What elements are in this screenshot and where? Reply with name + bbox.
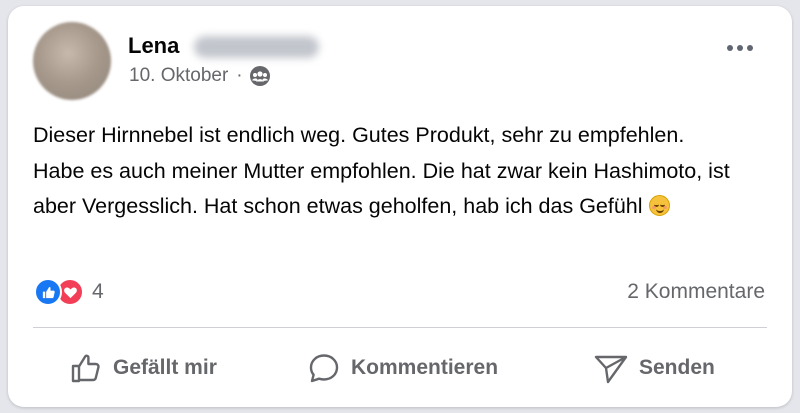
- comments-count-link[interactable]: 2 Kommentare: [627, 280, 765, 304]
- post-date[interactable]: 10. Oktober: [129, 65, 228, 87]
- comment-button-label: Kommentieren: [351, 356, 499, 379]
- more-options-icon[interactable]: [720, 36, 760, 60]
- post-text: Dieser Hirnnebel ist endlich weg. Gutes …: [33, 123, 730, 218]
- reactions-summary[interactable]: 4: [34, 278, 104, 306]
- meta-separator: ·: [236, 65, 243, 86]
- divider: [33, 327, 767, 328]
- action-bar: Gefällt mir Kommentieren Senden: [33, 340, 767, 396]
- group-icon[interactable]: [249, 65, 271, 87]
- avatar[interactable]: [33, 22, 111, 100]
- author-first-name[interactable]: Lena: [128, 33, 179, 59]
- thumbs-up-icon: [71, 354, 100, 383]
- comment-bubble-icon: [309, 354, 339, 383]
- post-text-container: Dieser Hirnnebel ist endlich weg. Gutes …: [33, 118, 733, 225]
- post-meta: 10. Oktober ·: [129, 65, 271, 87]
- comment-button[interactable]: Kommentieren: [307, 340, 498, 396]
- send-button-label: Senden: [639, 356, 715, 379]
- author-last-name-blurred: [194, 36, 319, 58]
- like-button[interactable]: Gefällt mir: [69, 340, 217, 396]
- send-icon: [594, 355, 628, 384]
- reaction-count: 4: [92, 280, 104, 303]
- send-button[interactable]: Senden: [593, 340, 715, 396]
- like-button-label: Gefällt mir: [113, 356, 217, 379]
- like-reaction-icon: [34, 278, 62, 306]
- post-card: Lena 10. Oktober · Dieser Hirnnebel ist …: [8, 6, 792, 407]
- relieved-smile-emoji: [648, 195, 670, 216]
